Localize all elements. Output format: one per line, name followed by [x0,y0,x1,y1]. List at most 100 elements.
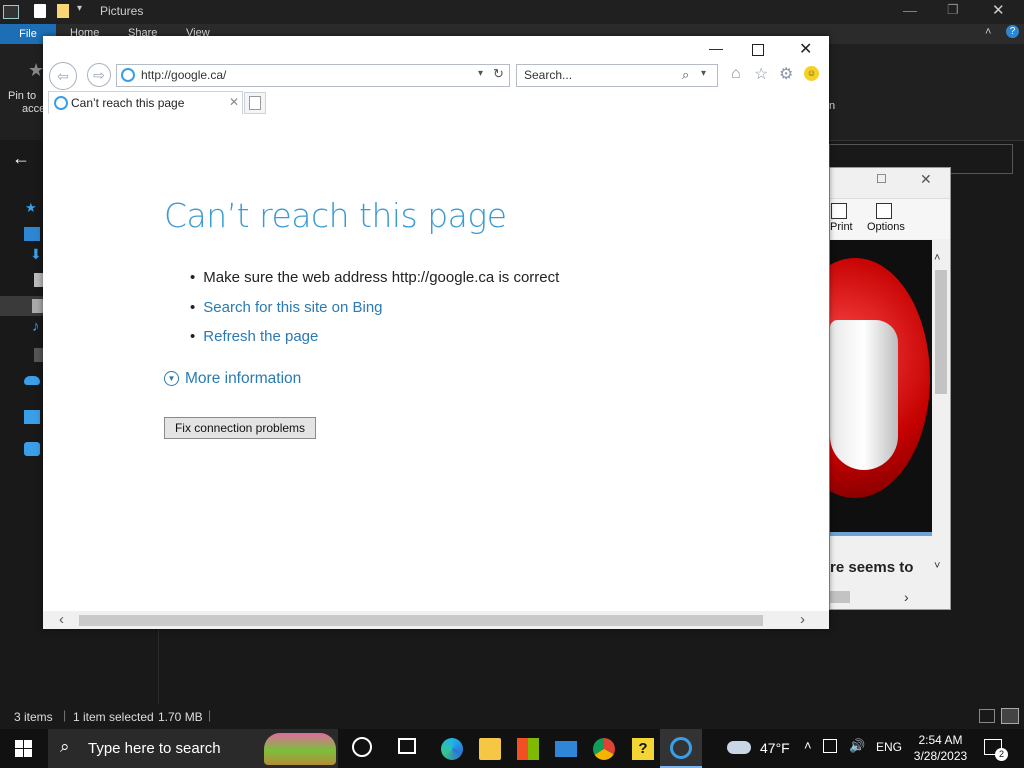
mail-icon[interactable] [555,741,577,757]
pin-label-2: acce [22,103,46,115]
tab-ie-icon [54,96,68,110]
explorer-title: Pictures [100,4,144,18]
search-placeholder[interactable]: Search... [524,68,572,82]
fix-connection-button[interactable]: Fix connection problems [164,417,316,439]
downloads-icon[interactable]: ⬇ [30,246,42,263]
ie-hscroll-thumb[interactable] [79,615,763,626]
cortana-icon[interactable] [352,737,372,757]
taskbar-clock[interactable]: 2:54 AM 3/28/2023 [903,732,978,764]
search-icon: ⌕ [60,737,70,756]
notification-count-badge: 2 [995,748,1008,761]
minimize-icon[interactable]: — [903,2,917,18]
close-icon[interactable]: ✕ [992,1,1005,19]
viewer-horizontal-scrollbar[interactable]: › [830,588,932,606]
search-icon[interactable]: ⌕ [682,67,689,83]
scroll-right-icon[interactable]: › [904,589,909,605]
network-status-icon[interactable] [823,739,837,753]
status-selected: 1 item selected [73,710,154,724]
options-icon[interactable] [876,203,892,219]
onedrive-icon[interactable] [24,376,40,385]
tools-gear-icon[interactable]: ⚙ [779,64,793,84]
weather-cloud-icon[interactable] [727,741,751,754]
viewer-close-icon[interactable]: ✕ [920,171,932,188]
clock-date: 3/28/2023 [913,749,968,763]
quick-access-dropdown-icon[interactable]: ▾ [77,3,82,14]
network-icon[interactable] [24,442,40,456]
scroll-up-icon[interactable]: ˄ [934,252,940,264]
restore-icon[interactable]: ❐ [947,2,959,18]
back-arrow-icon[interactable]: ← [12,148,30,169]
back-icon[interactable]: ⇦ [49,62,77,90]
file-explorer-icon[interactable] [479,738,501,760]
scroll-right-icon[interactable]: › [800,611,805,628]
status-divider-2: | [208,708,212,722]
print-label[interactable]: Print [830,221,853,233]
edge-icon[interactable] [441,738,463,760]
internet-explorer-icon[interactable] [670,737,692,759]
new-tab-button[interactable] [244,92,266,114]
tab-cant-reach[interactable]: Can’t reach this page ✕ [48,91,243,115]
chrome-icon[interactable] [593,738,615,760]
quick-access-icon[interactable]: ★ [25,200,37,216]
ie-horizontal-scrollbar[interactable]: ‹ › [43,611,829,629]
address-bar[interactable]: http://google.ca/ ▾ ↻ [116,64,510,87]
ie-close-icon[interactable]: ✕ [799,39,812,59]
more-information-toggle[interactable]: ▼ More information [164,370,301,388]
refresh-page-link[interactable]: Refresh the page [203,328,318,345]
ie-page-icon [121,68,135,82]
feedback-smiley-icon[interactable]: ☺ [804,66,819,81]
chevron-down-icon[interactable]: ▼ [164,371,179,386]
bullet-dot: • [190,269,196,286]
favorites-star-icon[interactable]: ☆ [754,64,768,84]
music-icon[interactable]: ♪ [32,318,40,335]
tab-title[interactable]: Can’t reach this page [71,96,184,110]
properties-icon[interactable] [34,4,46,18]
more-information-label[interactable]: More information [185,370,301,387]
taskbar-ie-active[interactable] [660,729,702,768]
start-windows-icon[interactable] [15,740,32,757]
taskbar-search-placeholder[interactable]: Type here to search [88,740,221,757]
search-dropdown-icon[interactable]: ▾ [701,68,706,79]
show-hidden-icons-icon[interactable]: ˄ [804,738,812,753]
details-view-icon[interactable] [979,709,995,723]
task-view-icon[interactable] [398,738,416,754]
ribbon-collapse-icon[interactable]: ˄ [985,26,991,38]
ie-minimize-icon[interactable]: — [709,40,723,56]
options-label[interactable]: Options [867,221,905,233]
language-indicator[interactable]: ENG [876,740,902,754]
address-value[interactable]: http://google.ca/ [141,68,226,82]
pin-icon[interactable]: ★ [28,60,44,81]
weather-temperature[interactable]: 47°F [760,740,790,756]
print-icon[interactable] [831,203,847,219]
scroll-left-icon[interactable]: ‹ [59,611,64,628]
hand-shape [830,320,898,470]
viewer-hscroll-thumb[interactable] [830,591,850,603]
forward-icon[interactable]: ⇨ [87,63,111,87]
search-bing-link[interactable]: Search for this site on Bing [203,299,382,316]
this-pc-icon[interactable] [24,410,40,424]
search-box[interactable]: Search... ⌕ ▾ [516,64,718,87]
volume-icon[interactable]: 🔊 [849,738,865,754]
status-item-count: 3 items [14,710,53,724]
microsoft-store-icon[interactable] [517,738,539,760]
help-icon[interactable]: ? [1006,25,1019,38]
new-tab-icon[interactable] [249,96,261,110]
tips-icon[interactable]: ? [632,738,654,760]
viewer-scroll-thumb[interactable] [935,270,947,394]
refresh-icon[interactable]: ↻ [493,66,504,82]
bullet-item-check-address: • Make sure the web address http://google… [190,269,559,286]
home-icon[interactable]: ⌂ [731,65,741,83]
viewer-maximize-icon[interactable]: ☐ [876,172,887,186]
tab-close-icon[interactable]: ✕ [229,95,239,109]
pin-label[interactable]: Pin to [8,90,36,102]
viewer-caption: re seems to [830,559,914,576]
bullet-dot: • [190,328,196,345]
new-folder-icon[interactable] [57,4,69,18]
scroll-down-icon[interactable]: ˅ [934,560,940,572]
viewer-vertical-scrollbar[interactable]: ˄ ˅ [932,240,950,580]
large-icons-view-icon[interactable] [1001,708,1019,724]
ie-maximize-icon[interactable] [752,44,764,56]
address-dropdown-icon[interactable]: ▾ [478,68,483,79]
desktop-icon[interactable] [24,227,40,241]
taskbar-search-box[interactable]: ⌕ Type here to search [48,729,338,768]
